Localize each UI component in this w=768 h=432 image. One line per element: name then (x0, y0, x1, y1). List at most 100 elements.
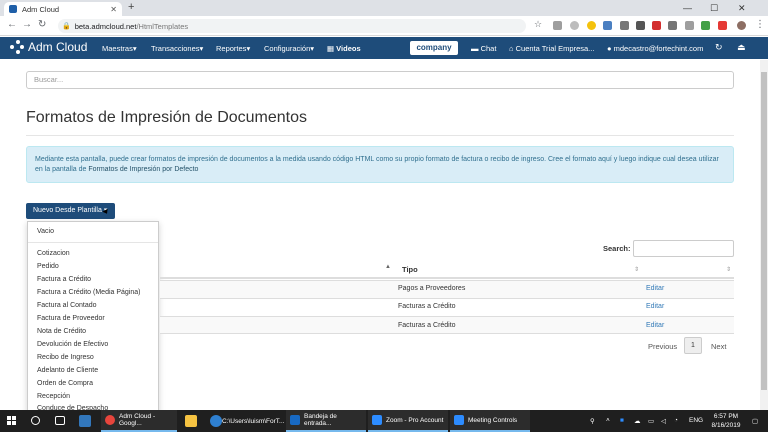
pager-previous[interactable]: Previous (648, 342, 677, 351)
refresh-icon[interactable]: ↻ (715, 42, 723, 53)
new-tab-icon[interactable]: + (128, 1, 134, 13)
battery-icon[interactable]: ▭ (648, 417, 654, 425)
column-header-tipo[interactable]: Tipo (402, 265, 418, 274)
default-formats-link[interactable]: Formatos de Impresión por Defecto (88, 166, 198, 173)
dropdown-divider (28, 242, 158, 243)
volume-icon[interactable]: ◁ (661, 417, 666, 425)
taskbar-explorer[interactable]: C:\Users\luism\ForT... (204, 410, 284, 432)
account-link[interactable]: ⌂ Cuenta Trial Empresa... (509, 44, 594, 53)
sort-icon[interactable]: ⇕ (726, 266, 731, 273)
scrollbar-thumb[interactable] (761, 72, 767, 390)
extension-dark-icon[interactable] (636, 21, 645, 30)
cell-tipo: Facturas a Crédito (398, 322, 456, 329)
logout-icon[interactable]: ⏏ (737, 42, 746, 53)
dropdown-item[interactable]: Pedido (37, 263, 59, 270)
address-bar-row: ← → ↻ 🔒 beta.admcloud.net/HtmlTemplates … (0, 16, 768, 36)
back-icon[interactable]: ← (7, 19, 17, 30)
dropdown-item-vacio[interactable]: Vacio (37, 228, 54, 235)
extension-blue-icon[interactable] (603, 21, 612, 30)
taskbar-chrome[interactable]: Adm Cloud - Googl... (101, 410, 177, 432)
edge-icon[interactable] (79, 415, 91, 427)
dropdown-item[interactable]: Nota de Crédito (37, 328, 86, 335)
task-view-icon[interactable] (55, 416, 65, 425)
menu-transacciones[interactable]: Transacciones▾ (151, 44, 203, 53)
menu-configuracion[interactable]: Configuración▾ (264, 44, 314, 53)
bookmark-star-icon[interactable]: ☆ (534, 19, 542, 30)
extension-red-icon[interactable] (652, 21, 661, 30)
edit-link[interactable]: Editar (646, 303, 664, 310)
extension-camera-icon[interactable] (553, 21, 562, 30)
app-navbar: Adm Cloud Maestras▾ Transacciones▾ Repor… (0, 37, 768, 59)
zoom-icon (372, 415, 382, 425)
extension-emoji-icon[interactable] (587, 21, 596, 30)
brand-logo[interactable]: Adm Cloud (10, 40, 87, 54)
edit-link[interactable]: Editar (646, 322, 664, 329)
chat-icon: ▬ (471, 44, 481, 53)
chat-link[interactable]: ▬ Chat (471, 44, 496, 53)
dropdown-item[interactable]: Factura a Crédito (37, 276, 91, 283)
browser-tab-strip: Adm Cloud ✕ + — ☐ ✕ (0, 0, 768, 16)
taskbar-outlook[interactable]: Bandeja de entrada... (286, 410, 366, 432)
browser-tab[interactable]: Adm Cloud ✕ (4, 2, 122, 16)
windows-start-icon[interactable] (7, 416, 17, 426)
person-icon[interactable]: ⚲ (590, 417, 595, 425)
extension-mail-icon[interactable] (718, 21, 727, 30)
menu-maestras[interactable]: Maestras▾ (102, 44, 137, 53)
info-alert: Mediante esta pantalla, puede crear form… (26, 146, 734, 183)
extension-grey-icon[interactable] (668, 21, 677, 30)
file-explorer-icon[interactable] (185, 415, 197, 427)
network-icon[interactable]: ◔ (674, 417, 678, 424)
edit-link[interactable]: Editar (646, 285, 664, 292)
dropdown-item[interactable]: Orden de Compra (37, 380, 93, 387)
dropdown-item[interactable]: Recibo de Ingreso (37, 354, 94, 361)
extension-bookmark-icon[interactable] (685, 21, 694, 30)
tab-title: Adm Cloud (22, 4, 60, 14)
dropdown-item[interactable]: Devolución de Efectivo (37, 341, 108, 348)
outlook-icon (290, 415, 300, 425)
table-search-input[interactable] (633, 240, 734, 257)
taskbar-meeting-controls[interactable]: Meeting Controls (450, 410, 530, 432)
url-bar[interactable]: 🔒 beta.admcloud.net/HtmlTemplates (58, 19, 526, 33)
forward-icon[interactable]: → (22, 19, 32, 30)
vertical-scrollbar[interactable] (760, 60, 768, 410)
browser-menu-icon[interactable]: ⋮ (755, 19, 765, 30)
language-indicator[interactable]: ENG (689, 417, 703, 424)
company-logo[interactable]: company (410, 41, 458, 55)
maximize-icon[interactable]: ☐ (710, 0, 718, 16)
cell-tipo: Facturas a Crédito (398, 303, 456, 310)
profile-avatar-icon[interactable] (737, 21, 746, 30)
search-input[interactable]: Buscar... (26, 71, 734, 89)
extension-circle-icon[interactable] (570, 21, 579, 30)
extension-radio-icon[interactable] (620, 21, 629, 30)
close-tab-icon[interactable]: ✕ (110, 5, 117, 14)
dropdown-item[interactable]: Adelanto de Cliente (37, 367, 98, 374)
search-icon[interactable] (31, 416, 40, 425)
dropdown-item[interactable]: Factura de Proveedor (37, 315, 105, 322)
notifications-icon[interactable]: ▢ (752, 417, 758, 425)
taskbar-clock[interactable]: 6:57 PM 8/16/2019 (708, 412, 744, 430)
taskbar-zoom[interactable]: Zoom - Pro Account (368, 410, 448, 432)
menu-reportes[interactable]: Reportes▾ (216, 44, 250, 53)
cloud-icon[interactable]: ☁ (634, 417, 641, 425)
zoom-tray-icon[interactable]: ■ (620, 417, 624, 424)
menu-videos[interactable]: ▦ Videos (327, 44, 361, 53)
table-header (160, 261, 734, 279)
extension-green-icon[interactable] (701, 21, 710, 30)
user-icon: ● (607, 44, 614, 53)
brand-name: Adm Cloud (28, 40, 88, 54)
dropdown-item[interactable]: Factura al Contado (37, 302, 97, 309)
dropdown-item[interactable]: Factura a Crédito (Media Página) (37, 289, 141, 296)
minimize-icon[interactable]: — (683, 0, 692, 16)
page-title: Formatos de Impresión de Documentos (26, 109, 308, 126)
url-host: beta.admcloud.net (74, 21, 137, 31)
user-link[interactable]: ● mdecastro@fortechint.com (607, 44, 703, 53)
dropdown-item[interactable]: Cotizacion (37, 250, 70, 257)
sort-icon[interactable]: ⇕ (634, 266, 639, 273)
window-close-icon[interactable]: ✕ (738, 0, 746, 16)
reload-icon[interactable]: ↻ (38, 19, 46, 30)
dropdown-item[interactable]: Recepción (37, 393, 70, 400)
sort-asc-icon[interactable]: ▲ (385, 264, 391, 270)
pager-page-1[interactable]: 1 (684, 337, 702, 354)
pager-next[interactable]: Next (711, 342, 726, 351)
tray-overflow-icon[interactable]: ˄ (606, 417, 610, 424)
